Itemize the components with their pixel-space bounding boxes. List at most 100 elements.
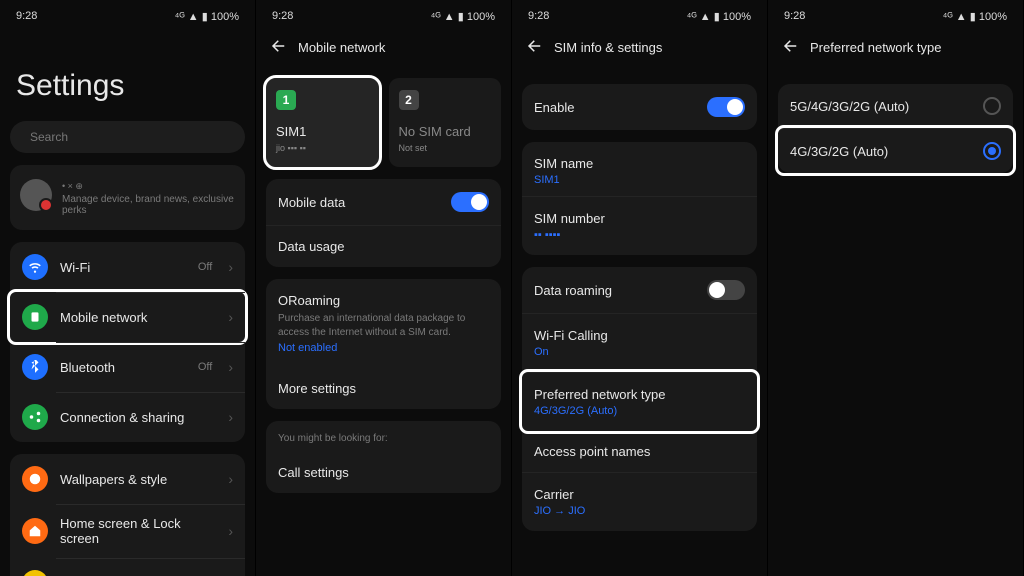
account-desc: Manage device, brand news, exclusive per…: [62, 194, 235, 216]
wifi-calling-value: On: [534, 346, 745, 358]
enable-label: Enable: [534, 100, 707, 115]
search-input[interactable]: Search: [10, 121, 245, 153]
header: Preferred network type: [778, 29, 1013, 72]
display-row[interactable]: Display & brightness ›: [10, 558, 245, 576]
chevron-right-icon: ›: [228, 409, 233, 425]
clock: 9:28: [16, 10, 37, 23]
header: Mobile network: [266, 29, 501, 72]
enable-toggle[interactable]: [707, 97, 745, 117]
sim-icon: [22, 304, 48, 330]
sim-name-label: SIM name: [534, 156, 745, 171]
more-settings-row[interactable]: More settings: [266, 368, 501, 409]
radio-5g[interactable]: [983, 97, 1001, 115]
brightness-icon: [22, 570, 48, 576]
home-icon: [22, 518, 48, 544]
status-bar: 9:28 ⁴ᴳ ▲ ▮ 100%: [778, 0, 1013, 29]
bluetooth-row[interactable]: Bluetooth Off ›: [10, 342, 245, 392]
suggestion-header: You might be looking for:: [266, 421, 501, 452]
bluetooth-label: Bluetooth: [60, 360, 186, 375]
status-bar: 9:28 ⁴ᴳ ▲ ▮ 100%: [266, 0, 501, 29]
sim-info-screen: 9:28 ⁴ᴳ ▲ ▮ 100% SIM info & settings Ena…: [512, 0, 768, 576]
status-icons: ⁴ᴳ ▲ ▮ 100%: [175, 10, 239, 23]
wifi-calling-label: Wi-Fi Calling: [534, 328, 745, 343]
carrier-label: Carrier: [534, 487, 745, 502]
data-usage-row[interactable]: Data usage: [266, 225, 501, 267]
wifi-icon: [22, 254, 48, 280]
carrier-value: JIO → JIO: [534, 505, 745, 517]
apn-label: Access point names: [534, 444, 745, 459]
chevron-right-icon: ›: [228, 309, 233, 325]
sim2-card[interactable]: 2 No SIM card Not set: [389, 78, 502, 167]
chevron-right-icon: ›: [228, 471, 233, 487]
header-title: SIM info & settings: [554, 40, 662, 55]
data-usage-label: Data usage: [278, 239, 489, 254]
call-settings-row[interactable]: Call settings: [266, 452, 501, 493]
status-icons: ⁴ᴳ ▲ ▮ 100%: [431, 10, 495, 23]
wifi-row[interactable]: Wi-Fi Off ›: [10, 242, 245, 292]
account-badges: • × ⊕: [62, 181, 235, 192]
mobile-data-toggle[interactable]: [451, 192, 489, 212]
sim-name-value: SIM1: [534, 174, 745, 186]
connection-sharing-row[interactable]: Connection & sharing ›: [10, 392, 245, 442]
bluetooth-icon: [22, 354, 48, 380]
homescreen-label: Home screen & Lock screen: [60, 516, 216, 546]
data-roaming-toggle[interactable]: [707, 280, 745, 300]
palette-icon: [22, 466, 48, 492]
chevron-right-icon: ›: [228, 259, 233, 275]
mobile-network-screen: 9:28 ⁴ᴳ ▲ ▮ 100% Mobile network 1 SIM1 j…: [256, 0, 512, 576]
search-placeholder: Search: [30, 130, 68, 144]
mobile-data-row[interactable]: Mobile data: [266, 179, 501, 225]
sim-number-value: ▪▪ ▪▪▪▪: [534, 229, 745, 241]
status-icons: ⁴ᴳ ▲ ▮ 100%: [943, 10, 1007, 23]
wifi-label: Wi-Fi: [60, 260, 186, 275]
status-bar: 9:28 ⁴ᴳ ▲ ▮ 100%: [522, 0, 757, 29]
wallpapers-row[interactable]: Wallpapers & style ›: [10, 454, 245, 504]
back-icon[interactable]: [270, 37, 288, 58]
oroaming-desc: Purchase an international data package t…: [278, 312, 489, 339]
chevron-right-icon: ›: [228, 359, 233, 375]
carrier-row[interactable]: Carrier JIO → JIO: [522, 472, 757, 531]
apn-row[interactable]: Access point names: [522, 431, 757, 472]
connection-sharing-label: Connection & sharing: [60, 410, 216, 425]
option-4g-label: 4G/3G/2G (Auto): [790, 144, 983, 159]
oroaming-label: ORoaming: [278, 293, 489, 308]
header: SIM info & settings: [522, 29, 757, 72]
network-option-5g[interactable]: 5G/4G/3G/2G (Auto): [778, 84, 1013, 128]
mobile-network-row[interactable]: Mobile network ›: [10, 292, 245, 342]
sim-number-label: SIM number: [534, 211, 745, 226]
preferred-network-screen: 9:28 ⁴ᴳ ▲ ▮ 100% Preferred network type …: [768, 0, 1024, 576]
more-settings-label: More settings: [278, 381, 489, 396]
sim-number-row[interactable]: SIM number ▪▪ ▪▪▪▪: [522, 196, 757, 255]
sim1-name: SIM1: [276, 124, 369, 139]
preferred-network-type-row[interactable]: Preferred network type 4G/3G/2G (Auto): [522, 372, 757, 431]
oroaming-row[interactable]: ORoaming Purchase an international data …: [266, 279, 501, 368]
chevron-right-icon: ›: [228, 523, 233, 539]
sim-name-row[interactable]: SIM name SIM1: [522, 142, 757, 196]
settings-screen: 9:28 ⁴ᴳ ▲ ▮ 100% Settings Search • × ⊕ M…: [0, 0, 256, 576]
page-title: Settings: [10, 29, 245, 121]
sim2-badge: 2: [399, 90, 419, 110]
avatar: [20, 179, 52, 211]
header-title: Preferred network type: [810, 40, 942, 55]
network-option-4g[interactable]: 4G/3G/2G (Auto): [778, 128, 1013, 173]
header-title: Mobile network: [298, 40, 385, 55]
oroaming-state: Not enabled: [278, 342, 489, 354]
sim1-operator: jio ▪▪▪ ▪▪: [276, 143, 369, 153]
radio-4g[interactable]: [983, 142, 1001, 160]
option-5g-label: 5G/4G/3G/2G (Auto): [790, 99, 983, 114]
back-icon[interactable]: [782, 37, 800, 58]
status-icons: ⁴ᴳ ▲ ▮ 100%: [687, 10, 751, 23]
mobile-network-label: Mobile network: [60, 310, 216, 325]
call-settings-label: Call settings: [278, 465, 489, 480]
homescreen-row[interactable]: Home screen & Lock screen ›: [10, 504, 245, 558]
enable-sim-row[interactable]: Enable: [522, 84, 757, 130]
account-card[interactable]: • × ⊕ Manage device, brand news, exclusi…: [10, 165, 245, 230]
bluetooth-value: Off: [198, 361, 212, 373]
pnt-label: Preferred network type: [534, 387, 745, 402]
back-icon[interactable]: [526, 37, 544, 58]
data-roaming-row[interactable]: Data roaming: [522, 267, 757, 313]
data-roaming-label: Data roaming: [534, 283, 707, 298]
wifi-calling-row[interactable]: Wi-Fi Calling On: [522, 313, 757, 372]
sim1-card[interactable]: 1 SIM1 jio ▪▪▪ ▪▪: [266, 78, 379, 167]
share-icon: [22, 404, 48, 430]
